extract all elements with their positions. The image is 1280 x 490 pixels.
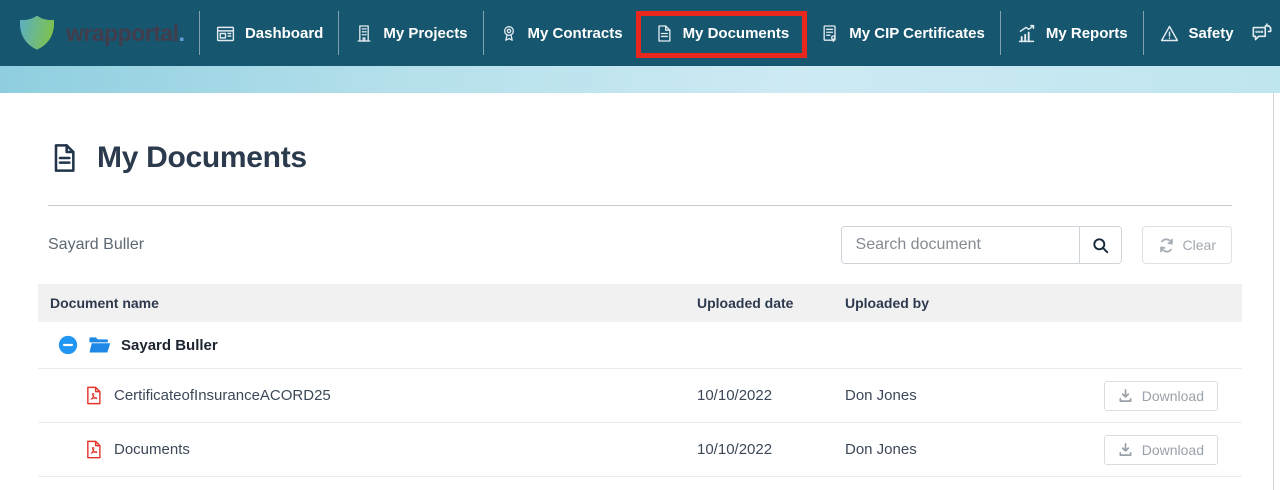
page-heading: My Documents [48,141,1232,175]
nav-item-label: My Reports [1046,25,1128,42]
certificate-icon [820,23,840,44]
nav-item-my-documents[interactable]: My Documents [639,0,805,66]
warning-triangle-icon [1159,23,1180,44]
search-icon [1091,236,1110,255]
hero-banner [0,66,1280,93]
document-name[interactable]: Documents [114,441,190,458]
feedback-icon[interactable] [1249,20,1275,46]
brand-logo[interactable]: wrapportal. [18,14,185,52]
clear-button[interactable]: Clear [1142,226,1232,264]
clear-button-label: Clear [1183,237,1216,253]
download-button[interactable]: Download [1104,435,1218,465]
refresh-icon [1158,237,1175,254]
brand-wordmark: wrapportal [66,20,179,46]
folder-group-row: Sayard Buller [38,322,1242,369]
document-icon [654,23,674,44]
table-header-row: Document name Uploaded date Uploaded by [38,284,1242,322]
uploaded-by: Don Jones [840,441,1090,458]
nav-item-label: Safety [1189,25,1234,42]
brand-dot: . [179,20,185,46]
nav-item-my-contracts[interactable]: My Contracts [484,0,638,66]
award-seal-icon [499,23,519,44]
folder-name[interactable]: Sayard Buller [121,337,218,354]
building-icon [354,23,374,44]
search-input[interactable] [842,227,1079,263]
filter-row: Sayard Buller Clear [48,226,1232,264]
top-navbar: wrapportal. Dashboard My Projects My Con… [0,0,1280,66]
search-group [841,226,1122,264]
pdf-file-icon [85,386,102,405]
uploaded-date: 10/10/2022 [690,387,840,404]
download-button[interactable]: Download [1104,381,1218,411]
pdf-file-icon [85,440,102,459]
divider [48,205,1232,206]
document-name[interactable]: CertificateofInsuranceACORD25 [114,387,331,404]
nav-item-dashboard[interactable]: Dashboard [200,0,338,66]
uploaded-date: 10/10/2022 [690,441,840,458]
download-button-label: Download [1142,442,1204,458]
shield-logo-icon [18,14,56,52]
open-folder-icon[interactable] [88,335,111,355]
download-button-label: Download [1142,388,1204,404]
nav-item-my-reports[interactable]: My Reports [1001,0,1143,66]
nav-item-my-projects[interactable]: My Projects [339,0,482,66]
main-content: My Documents Sayard Buller Clear [0,141,1280,477]
download-icon [1118,388,1133,403]
table-row: CertificateofInsuranceACORD25 10/10/2022… [38,369,1242,423]
documents-table: Document name Uploaded date Uploaded by … [38,284,1242,477]
uploaded-by: Don Jones [840,387,1090,404]
page-title: My Documents [97,141,307,175]
dashboard-icon [215,23,236,44]
nav-item-safety[interactable]: Safety [1144,0,1249,66]
column-header-uploaded-by: Uploaded by [840,295,1090,311]
nav-item-my-cip-certificates[interactable]: My CIP Certificates [805,0,1000,66]
table-row: Documents 10/10/2022 Don Jones Download [38,423,1242,477]
bar-chart-icon [1016,23,1037,44]
download-icon [1118,442,1133,457]
nav-item-label: Dashboard [245,25,323,42]
scrollbar-track[interactable] [1273,93,1280,490]
nav-item-label: My Projects [383,25,467,42]
nav-item-label: My CIP Certificates [849,25,985,42]
search-button[interactable] [1079,227,1121,263]
owner-name-label: Sayard Buller [48,236,144,254]
document-icon [48,141,80,175]
nav-item-label: My Documents [683,25,790,42]
collapse-minus-icon[interactable] [58,335,78,355]
column-header-uploaded-date: Uploaded date [690,295,840,311]
nav-item-label: My Contracts [528,25,623,42]
column-header-document-name: Document name [38,295,690,311]
